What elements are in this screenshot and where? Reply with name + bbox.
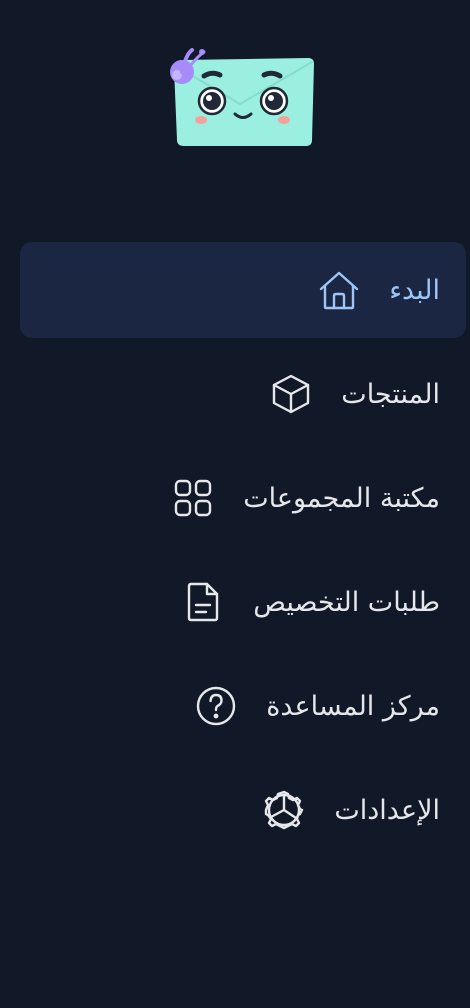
nav-item-custom-requests[interactable]: طلبات التخصيص (20, 554, 466, 650)
nav-item-home[interactable]: البدء (20, 242, 466, 338)
nav-item-products[interactable]: المنتجات (20, 346, 466, 442)
nav-item-help-center[interactable]: مركز المساعدة (20, 658, 466, 754)
nav-item-label: البدء (389, 274, 440, 306)
nav-item-settings[interactable]: الإعدادات (20, 762, 466, 858)
mascot-logo-icon (162, 44, 322, 156)
sidebar-menu: البدء المنتجات مكتبة المجموعات طلبات الت… (0, 0, 470, 1008)
gear-icon (262, 788, 306, 832)
document-icon (181, 580, 225, 624)
cube-icon (269, 372, 313, 416)
main-navigation: البدء المنتجات مكتبة المجموعات طلبات الت… (20, 242, 466, 866)
nav-item-label: المنتجات (341, 378, 440, 410)
nav-item-label: طلبات التخصيص (253, 586, 440, 618)
nav-item-label: مركز المساعدة (266, 690, 440, 722)
home-icon (317, 268, 361, 312)
nav-item-label: الإعدادات (334, 794, 440, 826)
nav-item-collections-library[interactable]: مكتبة المجموعات (20, 450, 466, 546)
grid-icon (171, 476, 215, 520)
help-circle-icon (194, 684, 238, 728)
nav-item-label: مكتبة المجموعات (243, 482, 440, 514)
